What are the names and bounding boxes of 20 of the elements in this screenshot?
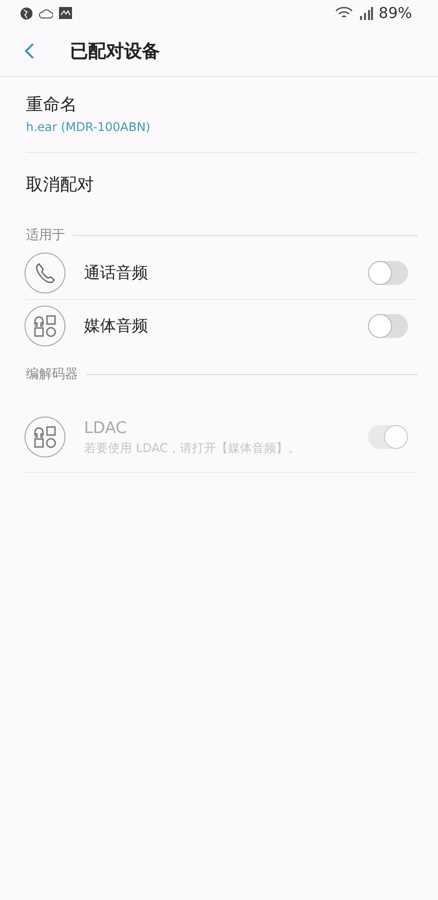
wifi-icon	[334, 6, 353, 20]
phone-icon	[24, 252, 66, 294]
section-header: 编解码器	[26, 366, 78, 383]
toggle-switch[interactable]	[368, 261, 408, 285]
rename-label[interactable]: 重命名	[26, 93, 418, 116]
cloud-icon	[39, 8, 53, 18]
section-header: 适用于	[26, 227, 65, 244]
setting-label: 媒体音频	[84, 316, 149, 336]
unpair-label[interactable]: 取消配对	[26, 175, 94, 195]
battery-level: 89%	[378, 4, 412, 22]
toggle-switch[interactable]	[368, 314, 408, 338]
signal-icon	[358, 6, 373, 20]
activity-icon	[59, 7, 72, 19]
setting-hint: 若要使用 LDAC，请打开【媒体音频】。	[84, 440, 301, 456]
device-name: h.ear (MDR-100ABN)	[26, 120, 152, 134]
setting-label: 通话音频	[84, 262, 149, 284]
media-apps-icon	[24, 416, 66, 458]
media-apps-icon	[24, 305, 66, 347]
page-title: 已配对设备	[70, 40, 160, 63]
setting-label: LDAC	[84, 418, 128, 436]
